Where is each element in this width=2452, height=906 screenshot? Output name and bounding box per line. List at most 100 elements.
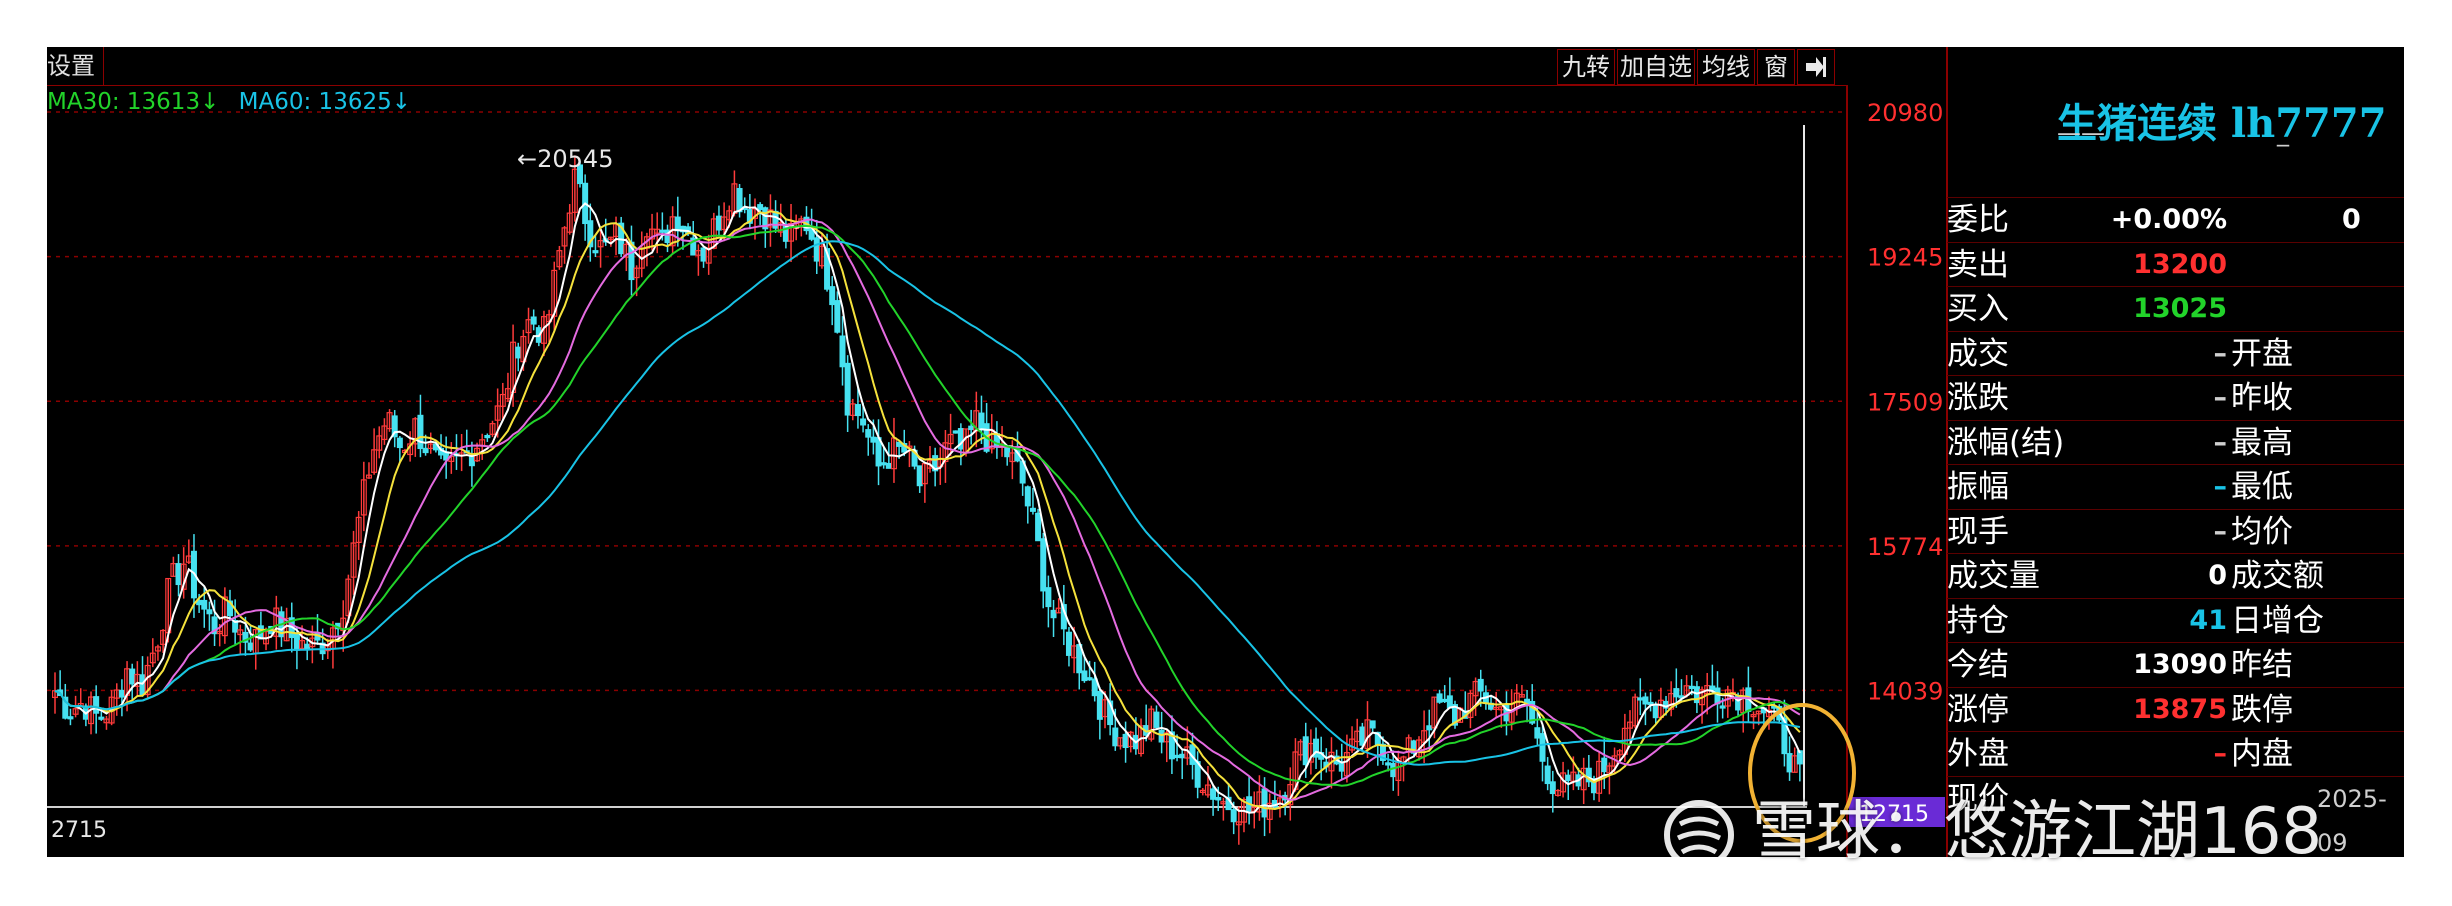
watermark: 雪球：悠游江湖168 (1660, 780, 2322, 874)
low-price-label: 2715 (51, 818, 107, 843)
y-tick-label: 20980 (1867, 99, 1943, 127)
quote-label-secondary: 开盘 (2231, 335, 2293, 372)
candle-body (1024, 486, 1031, 507)
quote-row: 今结 13090 昨结 (1947, 642, 2404, 687)
quote-label-secondary: 昨收 (2231, 380, 2293, 416)
candle-body (715, 215, 722, 231)
candle-body (1565, 774, 1572, 781)
candle-body (834, 300, 841, 333)
quote-label: 外盘 (1947, 736, 2009, 772)
quote-label: 今结 (1947, 647, 2009, 683)
quote-value: 13025 (2133, 293, 2227, 324)
candle-body (592, 250, 599, 254)
candle-body (1112, 727, 1119, 747)
quote-row: 成交 – 开盘 (1947, 330, 2404, 376)
candle-body (175, 563, 182, 586)
quote-value: – (2213, 426, 2228, 458)
add-watchlist-button[interactable]: 加自选 (1617, 49, 1695, 85)
candle-body (1338, 762, 1345, 772)
quote-label: 买入 (1947, 291, 2009, 327)
candle-body (93, 696, 100, 714)
candle-body (870, 436, 877, 443)
candle-body (968, 425, 975, 431)
candle-body (1179, 753, 1186, 759)
candle-body (1158, 729, 1165, 743)
quote-value: 0 (2208, 560, 2227, 591)
candle-body (1174, 754, 1181, 759)
candle-body (1719, 705, 1726, 709)
candle-body (1673, 688, 1680, 698)
quote-value: – (2213, 471, 2228, 502)
candle-body (916, 465, 923, 487)
y-tick-label: 17509 (1867, 388, 1943, 416)
quote-row: 涨幅(结) – 最高 (1947, 419, 2404, 465)
jiuzhuan-button[interactable]: 九转 (1557, 49, 1615, 85)
price-placeholder: —— (2057, 119, 2105, 147)
candle-body (865, 429, 872, 438)
candle-body (129, 668, 136, 685)
quote-label: 涨停 (1947, 691, 2009, 728)
y-tick-label: 15774 (1867, 533, 1943, 561)
quote-row: 振幅 – 最低 (1947, 464, 2404, 509)
candle-body (304, 643, 311, 650)
quote-label-secondary: 最低 (2231, 469, 2293, 505)
settings-button[interactable]: 设置 (47, 47, 104, 85)
quote-label-secondary: 昨结 (2231, 647, 2293, 683)
quote-label-secondary: 均价 (2231, 513, 2293, 550)
candle-body (1436, 693, 1443, 703)
quote-value: – (2213, 515, 2228, 547)
quote-label-secondary: 成交额 (2231, 558, 2324, 594)
quote-row: 成交量 0 成交额 (1947, 553, 2404, 598)
candle-body (1446, 695, 1453, 709)
quote-label: 涨跌 (1947, 380, 2009, 416)
candle-body (839, 335, 846, 368)
candle-body (1081, 670, 1088, 682)
candle-body (674, 216, 681, 232)
candle-body (1534, 727, 1541, 739)
candle-body (1369, 720, 1376, 729)
quote-row: 外盘 – 内盘 (1947, 731, 2404, 776)
quote-value: – (2213, 382, 2228, 413)
candle-body (1004, 446, 1011, 458)
candle-body (1029, 507, 1036, 512)
candle-body (1045, 587, 1052, 608)
quote-label-secondary: 内盘 (2231, 736, 2293, 772)
change-placeholder: _ (2277, 119, 2289, 147)
quote-value: +0.00% (2110, 204, 2227, 235)
quote-label: 现手 (1947, 513, 2009, 550)
candle-body (1215, 796, 1222, 801)
candle-body (1477, 678, 1484, 692)
candle-body (1153, 711, 1160, 728)
candle-body (484, 435, 491, 439)
candle-body (757, 204, 764, 211)
candle-body (201, 599, 208, 610)
candle-body (1601, 757, 1608, 773)
ma-legend: MA30: 13613↓ MA60: 13625↓ (47, 89, 423, 115)
quote-value: – (2213, 738, 2228, 769)
candle-body (1390, 762, 1397, 778)
ma-line-ma5 (54, 202, 1801, 814)
xueqiu-logo-icon (1664, 800, 1734, 871)
peak-price-label: ←20545 (517, 145, 613, 173)
quote-label-secondary: 跌停 (2231, 691, 2293, 728)
pin-right-icon[interactable] (1797, 49, 1835, 85)
candle-body (1385, 762, 1392, 766)
candle-body (1426, 725, 1433, 731)
window-button[interactable]: 窗 (1757, 49, 1795, 85)
instrument-title: 生猪连续 lh7777 (2057, 100, 2387, 147)
quote-row: 委比 +0.00% 0 (1947, 197, 2404, 242)
candle-body (952, 430, 959, 434)
candle-body (1040, 538, 1047, 592)
candle-body (422, 447, 429, 454)
quote-value: 13090 (2133, 649, 2227, 680)
candle-body (67, 716, 74, 720)
quote-value: 13875 (2133, 693, 2227, 725)
moving-average-button[interactable]: 均线 (1697, 49, 1755, 85)
quote-label-secondary: 日增仓 (2231, 602, 2324, 639)
candle-body (1441, 698, 1448, 703)
quote-row: 涨跌 – 昨收 (1947, 375, 2404, 420)
quote-label: 委比 (1947, 202, 2009, 238)
candle-body (1050, 609, 1057, 619)
quote-label: 卖出 (1947, 246, 2009, 283)
candle-body (885, 462, 892, 469)
